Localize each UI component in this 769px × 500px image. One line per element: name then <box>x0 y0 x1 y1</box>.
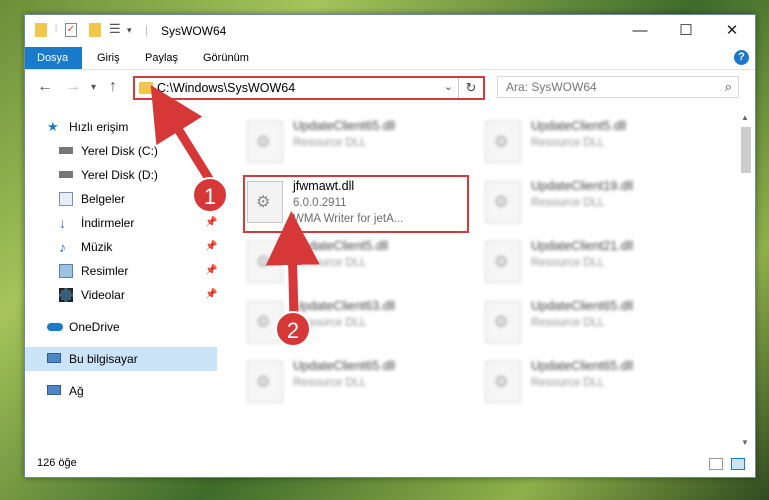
step-2-badge: 2 <box>275 311 311 347</box>
arrow-to-file <box>265 211 320 319</box>
step-1-badge: 1 <box>192 177 228 213</box>
annotation-arrows <box>150 85 320 319</box>
